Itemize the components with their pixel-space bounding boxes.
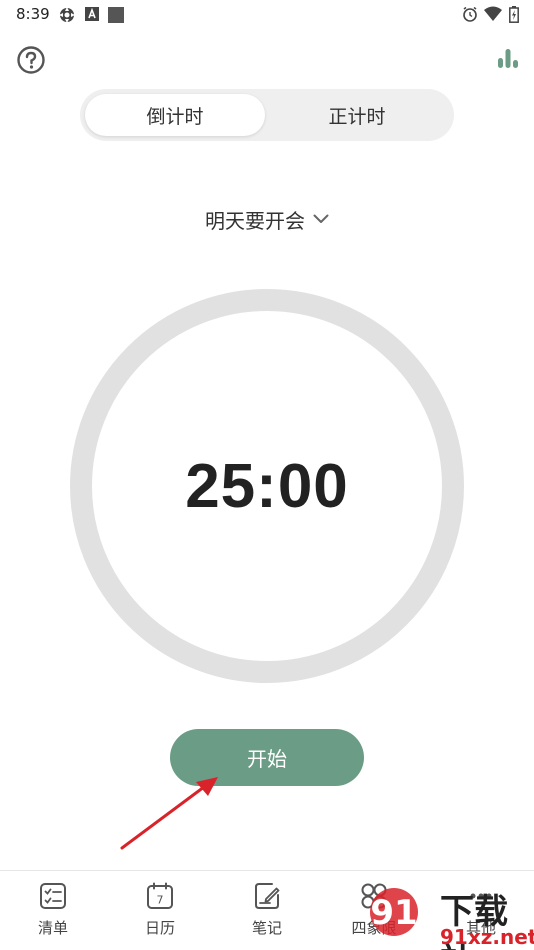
timer-display: 25:00 — [185, 451, 349, 521]
wifi-icon — [484, 6, 502, 21]
square-icon — [108, 7, 124, 23]
a-badge-icon — [85, 7, 99, 21]
calendar-day: 7 — [157, 894, 164, 907]
alarm-icon — [463, 6, 477, 22]
nav-label: 清单 — [37, 919, 68, 937]
svg-text:91: 91 — [370, 893, 417, 933]
settings-gear-icon — [59, 7, 75, 23]
watermark-logo-icon: 91 — [370, 888, 418, 936]
note-edit-icon — [255, 883, 280, 909]
nav-item-calendar[interactable]: 7 日历 — [130, 881, 190, 945]
site-watermark: 91 下载站 91xz.net — [360, 882, 534, 950]
help-icon[interactable] — [16, 45, 46, 75]
timer-ring: 25:00 — [70, 289, 464, 683]
task-label: 明天要开会 — [205, 208, 305, 233]
battery-icon — [509, 6, 519, 23]
nav-item-list[interactable]: 清单 — [23, 881, 83, 945]
timer-mode-switch: 倒计时 正计时 — [80, 89, 454, 141]
chevron-down-icon — [313, 214, 329, 223]
watermark-url: 91xz.net — [440, 925, 534, 949]
status-bar: 8:39 — [0, 0, 534, 28]
screen: 8:39 倒计时 正计时 明天要开会 25:00 开始 清单 7 日历 笔记 四… — [0, 0, 534, 950]
nav-label: 笔记 — [251, 919, 282, 937]
status-time: 8:39 — [16, 5, 50, 23]
task-selector[interactable]: 明天要开会 — [0, 201, 534, 237]
nav-label: 日历 — [144, 919, 175, 937]
stats-bar-chart-icon[interactable] — [496, 46, 520, 70]
annotation-arrow-icon — [120, 777, 218, 850]
checklist-icon — [40, 883, 66, 909]
tab-countdown[interactable]: 倒计时 — [85, 94, 265, 136]
tab-count-up[interactable]: 正计时 — [267, 94, 447, 136]
nav-item-notes[interactable]: 笔记 — [237, 881, 297, 945]
calendar-icon: 7 — [147, 882, 173, 909]
